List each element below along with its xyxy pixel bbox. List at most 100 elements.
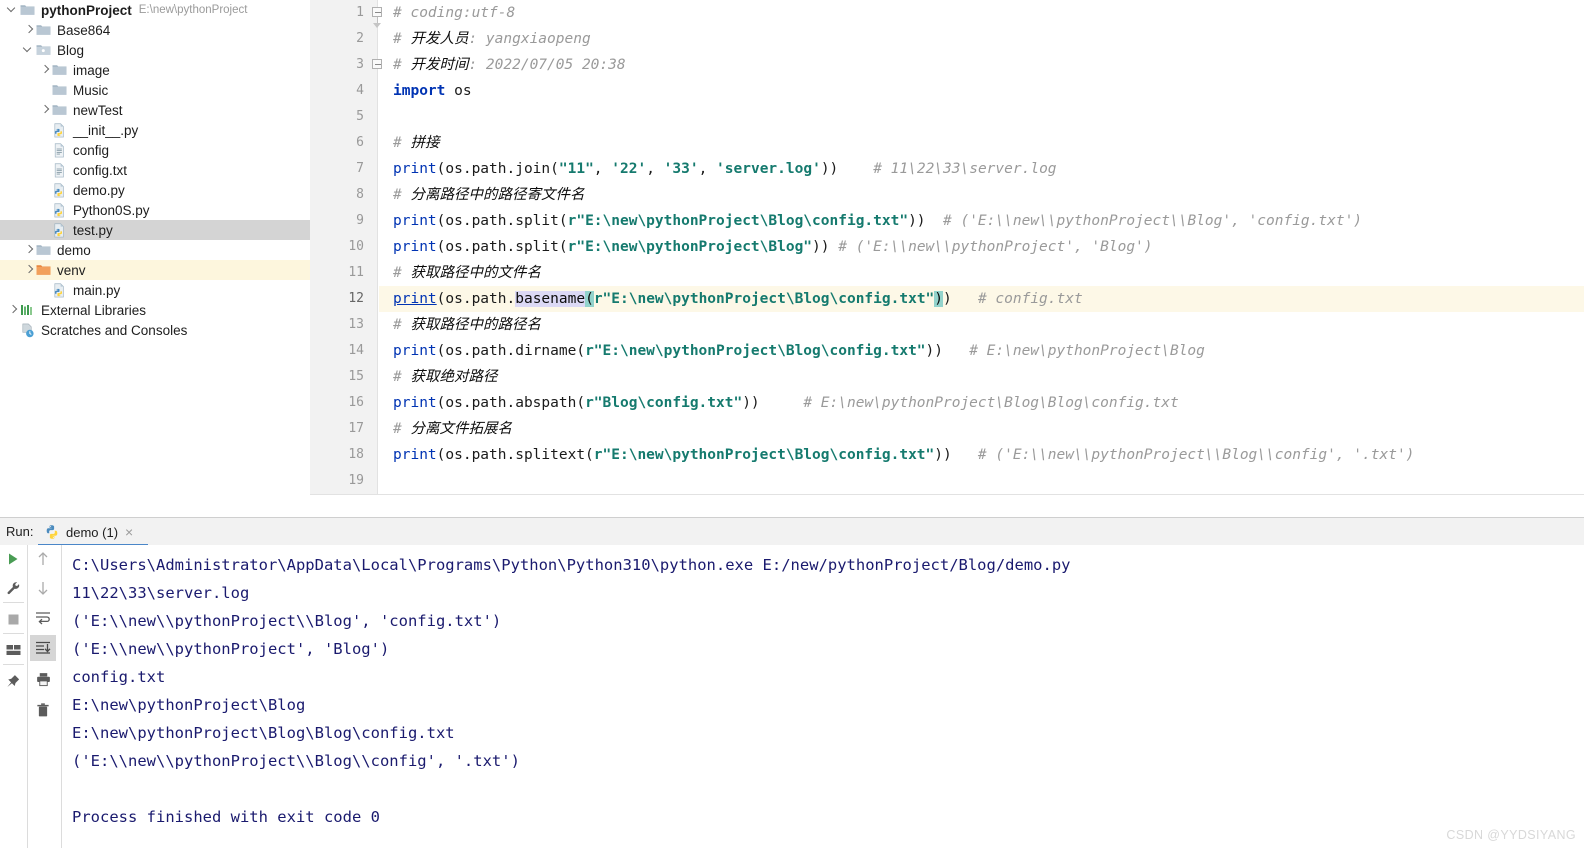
tree-item-demo[interactable]: demo	[0, 240, 310, 260]
code-token: print	[393, 213, 437, 229]
line-number: 3	[356, 57, 364, 72]
toolbar-separator	[3, 602, 24, 603]
console-line: ('E:\\new\\pythonProject', 'Blog')	[72, 640, 390, 658]
code-token: 获取路径中的路径名	[410, 317, 541, 333]
up-stack-button[interactable]	[30, 546, 56, 572]
tree-item-external-libraries[interactable]: External Libraries	[0, 300, 310, 320]
code-token: )	[943, 291, 952, 307]
code-token: 拼接	[410, 135, 440, 151]
run-label: Run:	[6, 524, 34, 539]
tree-item-image[interactable]: image	[0, 60, 310, 80]
run-tab-demo[interactable]: demo (1) ×	[38, 518, 139, 546]
tree-item-base864[interactable]: Base864	[0, 20, 310, 40]
line-number: 15	[348, 369, 364, 384]
code-token: # 11\22\33\server.log	[838, 161, 1057, 177]
tree-item-label: demo	[57, 242, 91, 258]
console-output[interactable]: C:\Users\Administrator\AppData\Local\Pro…	[62, 545, 1584, 848]
toolbar-divider	[27, 545, 28, 848]
rerun-button[interactable]	[0, 546, 26, 572]
code-token: os	[445, 83, 472, 99]
tree-item-demo-py[interactable]: demo.py	[0, 180, 310, 200]
tree-item-scratches-and-consoles[interactable]: Scratches and Consoles	[0, 320, 310, 340]
code-line[interactable]: # 开发时间: 2022/07/05 20:38	[379, 52, 626, 78]
code-line[interactable]: # 获取路径中的路径名	[379, 312, 541, 338]
code-line[interactable]: print(os.path.basename(r"E:\new\pythonPr…	[379, 286, 1083, 312]
chevron-right-icon[interactable]	[22, 20, 35, 40]
code-line[interactable]: print(os.path.join("11", '22', '33', 'se…	[379, 156, 1057, 182]
code-line[interactable]: print(os.path.splitext(r"E:\new\pythonPr…	[379, 442, 1414, 468]
code-line[interactable]: print(os.path.split(r"E:\new\pythonProje…	[379, 234, 1153, 260]
soft-wrap-button[interactable]	[30, 605, 56, 631]
code-line[interactable]: print(os.path.split(r"E:\new\pythonProje…	[379, 208, 1362, 234]
configure-button[interactable]	[0, 575, 26, 601]
code-token: # coding:utf-8	[393, 5, 516, 21]
tree-item-test-py[interactable]: test.py	[0, 220, 310, 240]
tree-item--init-py[interactable]: __init__.py	[0, 120, 310, 140]
clear-all-button[interactable]	[30, 697, 56, 723]
code-line[interactable]: # coding:utf-8	[379, 0, 515, 26]
code-line[interactable]: # 获取绝对路径	[379, 364, 497, 390]
chevron-right-icon[interactable]	[38, 100, 51, 120]
print-button[interactable]	[30, 666, 56, 692]
code-line[interactable]: # 拼接	[379, 130, 439, 156]
line-number: 13	[348, 317, 364, 332]
code-token: ))	[742, 395, 760, 411]
chevron-right-icon[interactable]	[22, 240, 35, 260]
tree-item-label: Blog	[57, 42, 85, 58]
tree-item-venv[interactable]: venv	[0, 260, 310, 280]
chevron-down-icon[interactable]	[22, 40, 35, 60]
code-token: '22'	[611, 161, 647, 177]
code-token: (os.path.splitext(	[436, 447, 594, 463]
code-line[interactable]: import os	[379, 78, 472, 104]
editor-gutter[interactable]: 1 2 3 4 5 6 7 8 9 10 11 12 13 14 15 16 17 18 19	[310, 0, 382, 494]
pin-tab-button[interactable]	[0, 668, 26, 694]
console-line: E:\new\pythonProject\Blog\Blog\config.tx…	[72, 724, 455, 742]
code-token: r"E:\new\pythonProject\Blog\config.txt"	[567, 213, 909, 229]
folder-icon	[51, 102, 69, 118]
folder-icon	[35, 22, 53, 38]
close-icon[interactable]: ×	[125, 524, 133, 540]
tree-item-music[interactable]: Music	[0, 80, 310, 100]
libraries-icon	[19, 302, 37, 318]
scroll-to-end-button[interactable]	[30, 635, 56, 661]
code-token: # config.txt	[951, 291, 1083, 307]
chevron-down-icon[interactable]	[6, 0, 19, 20]
code-line[interactable]: print(os.path.dirname(r"E:\new\pythonPro…	[379, 338, 1205, 364]
code-line[interactable]	[379, 104, 393, 130]
code-area[interactable]: # coding:utf-8 # 开发人员: yangxiaopeng # 开发时间…	[379, 0, 1584, 494]
code-line[interactable]: print(os.path.abspath(r"Blog\config.txt"…	[379, 390, 1179, 416]
down-stack-button[interactable]	[30, 575, 56, 601]
code-token: (os.path.dirname(	[436, 343, 586, 359]
tree-item-python0s-py[interactable]: Python0S.py	[0, 200, 310, 220]
run-toolbar	[0, 545, 62, 848]
chevron-right-icon[interactable]	[6, 300, 19, 320]
python-file-icon	[44, 524, 60, 540]
code-token: r"E:\new\pythonProject\Blog"	[567, 239, 813, 255]
tree-item-blog[interactable]: Blog	[0, 40, 310, 60]
code-editor[interactable]: 1 2 3 4 5 6 7 8 9 10 11 12 13 14 15 16 17 18 19 # coding:u…	[310, 0, 1584, 517]
code-line[interactable]: # 获取路径中的文件名	[379, 260, 541, 286]
tree-item-config[interactable]: config	[0, 140, 310, 160]
stop-button[interactable]	[0, 606, 26, 632]
tree-item-main-py[interactable]: main.py	[0, 280, 310, 300]
tree-item-newtest[interactable]: newTest	[0, 100, 310, 120]
tree-item-label: venv	[57, 262, 86, 278]
code-line[interactable]: # 开发人员: yangxiaopeng	[379, 26, 591, 52]
watermark: CSDN @YYDSIYANG	[1446, 828, 1576, 842]
code-token: print	[393, 239, 437, 255]
code-line[interactable]: # 分离路径中的路径寄文件名	[379, 182, 584, 208]
chevron-right-icon[interactable]	[38, 60, 51, 80]
code-token: 'server.log'	[716, 161, 821, 177]
chevron-right-icon[interactable]	[22, 260, 35, 280]
tree-item-pythonproject[interactable]: pythonProject E:\new\pythonProject	[0, 0, 310, 20]
code-token: (os.path.abspath(	[436, 395, 586, 411]
scratches-icon	[19, 322, 37, 338]
project-tool-window[interactable]: pythonProject E:\new\pythonProject Base864…	[0, 0, 310, 517]
code-line[interactable]: # 分离文件拓展名	[379, 416, 512, 442]
tree-item-label: image	[73, 62, 110, 78]
tree-item-config-txt[interactable]: config.txt	[0, 160, 310, 180]
code-line[interactable]	[379, 468, 393, 494]
layout-button[interactable]	[0, 637, 26, 663]
code-token: ))	[925, 343, 943, 359]
